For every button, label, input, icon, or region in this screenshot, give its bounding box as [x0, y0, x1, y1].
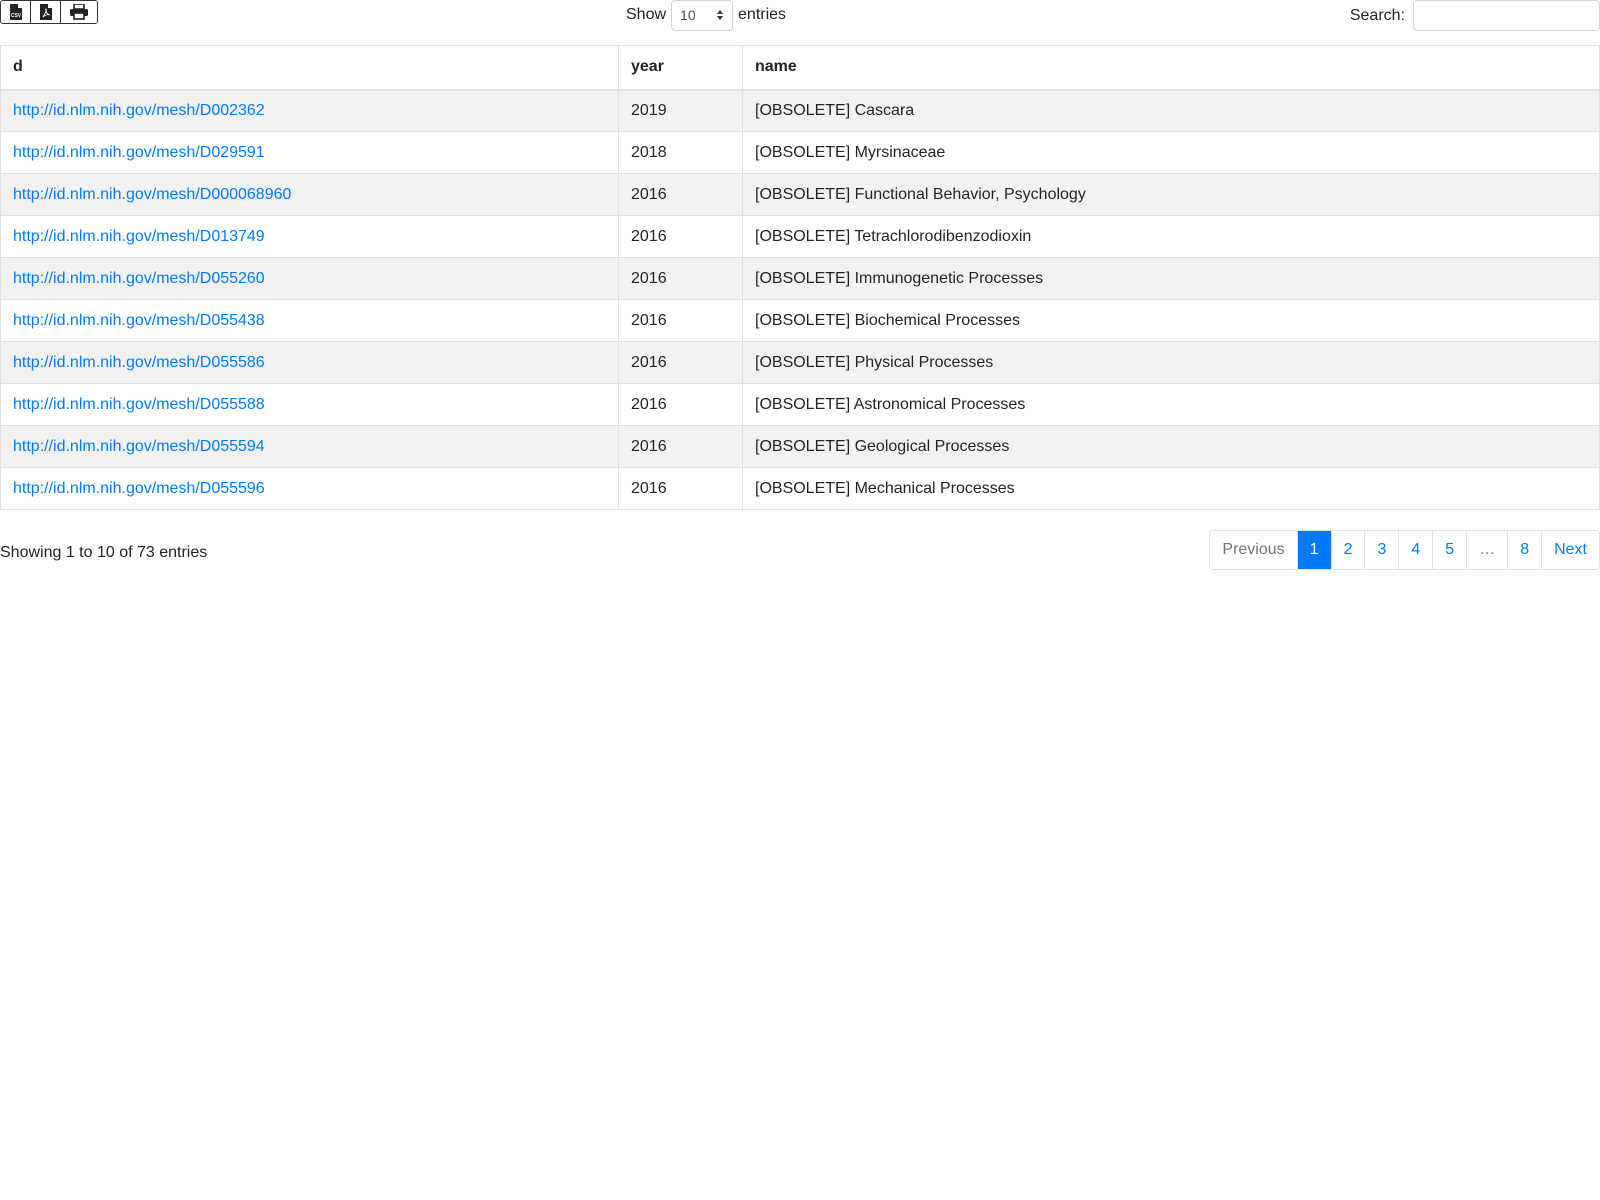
- sort-arrows-icon: [717, 10, 724, 20]
- cell-year: 2016: [618, 299, 743, 342]
- cell-year: 2016: [618, 173, 743, 216]
- print-button[interactable]: [61, 1, 97, 23]
- table-row: http://id.nlm.nih.gov/mesh/D055594 2016 …: [0, 425, 1600, 468]
- cell-name: [OBSOLETE] Geological Processes: [742, 425, 1600, 468]
- cell-d: http://id.nlm.nih.gov/mesh/D055594: [0, 425, 619, 468]
- table-row: http://id.nlm.nih.gov/mesh/D055586 2016 …: [0, 341, 1600, 384]
- mesh-link[interactable]: http://id.nlm.nih.gov/mesh/D002362: [13, 102, 265, 119]
- page-1-button[interactable]: 1: [1297, 531, 1332, 569]
- cell-d: http://id.nlm.nih.gov/mesh/D013749: [0, 215, 619, 258]
- cell-name: [OBSOLETE] Biochemical Processes: [742, 299, 1600, 342]
- table-controls: CSV Show 10 entries Search:: [0, 0, 1600, 46]
- results-table: d year name http://id.nlm.nih.gov/mesh/D…: [0, 45, 1600, 510]
- cell-year: 2016: [618, 215, 743, 258]
- mesh-link[interactable]: http://id.nlm.nih.gov/mesh/D055588: [13, 396, 265, 413]
- search-input[interactable]: [1413, 0, 1600, 31]
- mesh-link[interactable]: http://id.nlm.nih.gov/mesh/D055594: [13, 438, 265, 455]
- cell-year: 2016: [618, 257, 743, 300]
- cell-year: 2016: [618, 467, 743, 510]
- cell-name: [OBSOLETE] Cascara: [742, 89, 1600, 132]
- table-row: http://id.nlm.nih.gov/mesh/D055438 2016 …: [0, 299, 1600, 342]
- cell-year: 2016: [618, 425, 743, 468]
- pdf-file-icon: [39, 4, 52, 20]
- table-row: http://id.nlm.nih.gov/mesh/D013749 2016 …: [0, 215, 1600, 258]
- table-row: http://id.nlm.nih.gov/mesh/D055260 2016 …: [0, 257, 1600, 300]
- cell-name: [OBSOLETE] Physical Processes: [742, 341, 1600, 384]
- cell-d: http://id.nlm.nih.gov/mesh/D055260: [0, 257, 619, 300]
- page-5-button[interactable]: 5: [1433, 531, 1468, 569]
- cell-name: [OBSOLETE] Myrsinaceae: [742, 131, 1600, 174]
- page-3-button[interactable]: 3: [1365, 531, 1400, 569]
- cell-d: http://id.nlm.nih.gov/mesh/D000068960: [0, 173, 619, 216]
- table-row: http://id.nlm.nih.gov/mesh/D002362 2019 …: [0, 89, 1600, 132]
- mesh-link[interactable]: http://id.nlm.nih.gov/mesh/D055260: [13, 270, 265, 287]
- print-icon: [70, 4, 88, 20]
- cell-name: [OBSOLETE] Astronomical Processes: [742, 383, 1600, 426]
- cell-d: http://id.nlm.nih.gov/mesh/D029591: [0, 131, 619, 174]
- export-pdf-button[interactable]: [31, 1, 61, 23]
- mesh-link[interactable]: http://id.nlm.nih.gov/mesh/D055586: [13, 354, 265, 371]
- page-2-button[interactable]: 2: [1331, 531, 1366, 569]
- csv-file-icon: CSV: [9, 4, 22, 20]
- table-row: http://id.nlm.nih.gov/mesh/D055588 2016 …: [0, 383, 1600, 426]
- entries-per-page-value: 10: [680, 7, 696, 23]
- mesh-link[interactable]: http://id.nlm.nih.gov/mesh/D055596: [13, 480, 265, 497]
- page-8-button[interactable]: 8: [1508, 531, 1543, 569]
- export-csv-button[interactable]: CSV: [1, 1, 31, 23]
- cell-name: [OBSOLETE] Immunogenetic Processes: [742, 257, 1600, 300]
- next-page-button[interactable]: Next: [1542, 531, 1599, 569]
- table-row: http://id.nlm.nih.gov/mesh/D000068960 20…: [0, 173, 1600, 216]
- pagination-ellipsis: …: [1467, 531, 1509, 569]
- search-control: Search:: [1350, 0, 1600, 31]
- column-header-d[interactable]: d: [0, 45, 619, 91]
- pagination: Previous 1 2 3 4 5 … 8 Next: [1209, 530, 1600, 570]
- cell-d: http://id.nlm.nih.gov/mesh/D055586: [0, 341, 619, 384]
- cell-year: 2018: [618, 131, 743, 174]
- page-4-button[interactable]: 4: [1399, 531, 1434, 569]
- entries-length-control: Show 10 entries: [626, 0, 787, 31]
- mesh-link[interactable]: http://id.nlm.nih.gov/mesh/D013749: [13, 228, 265, 245]
- mesh-link[interactable]: http://id.nlm.nih.gov/mesh/D000068960: [13, 186, 291, 203]
- column-header-name[interactable]: name: [742, 45, 1600, 91]
- cell-name: [OBSOLETE] Tetrachlorodibenzodioxin: [742, 215, 1600, 258]
- table-header-row: d year name: [0, 45, 1600, 91]
- entries-label: entries: [738, 6, 787, 23]
- cell-d: http://id.nlm.nih.gov/mesh/D055438: [0, 299, 619, 342]
- svg-text:CSV: CSV: [10, 13, 21, 19]
- show-label: Show: [626, 6, 667, 23]
- column-header-year[interactable]: year: [618, 45, 743, 91]
- table-row: http://id.nlm.nih.gov/mesh/D055596 2016 …: [0, 467, 1600, 510]
- table-info: Showing 1 to 10 of 73 entries: [0, 544, 208, 561]
- export-button-group: CSV: [0, 0, 98, 24]
- search-label: Search:: [1349, 6, 1405, 24]
- cell-year: 2016: [618, 341, 743, 384]
- mesh-link[interactable]: http://id.nlm.nih.gov/mesh/D055438: [13, 312, 265, 329]
- cell-year: 2019: [618, 89, 743, 132]
- previous-page-button[interactable]: Previous: [1210, 531, 1298, 569]
- cell-name: [OBSOLETE] Functional Behavior, Psycholo…: [742, 173, 1600, 216]
- cell-d: http://id.nlm.nih.gov/mesh/D002362: [0, 89, 619, 132]
- cell-name: [OBSOLETE] Mechanical Processes: [742, 467, 1600, 510]
- cell-d: http://id.nlm.nih.gov/mesh/D055588: [0, 383, 619, 426]
- cell-year: 2016: [618, 383, 743, 426]
- entries-per-page-select[interactable]: 10: [671, 0, 734, 31]
- cell-d: http://id.nlm.nih.gov/mesh/D055596: [0, 467, 619, 510]
- table-row: http://id.nlm.nih.gov/mesh/D029591 2018 …: [0, 131, 1600, 174]
- mesh-link[interactable]: http://id.nlm.nih.gov/mesh/D029591: [13, 144, 265, 161]
